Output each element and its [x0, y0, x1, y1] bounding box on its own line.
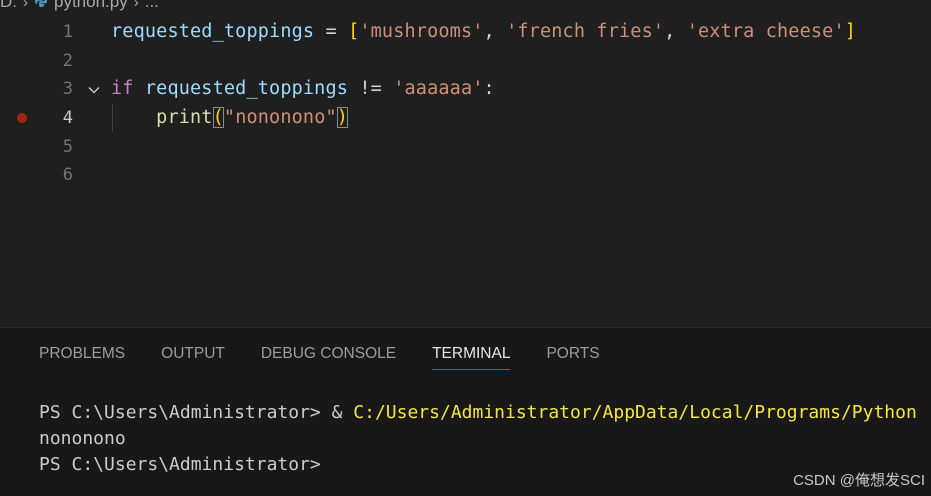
- code-editor[interactable]: 1 requested_toppings = ['mushrooms', 'fr…: [0, 18, 931, 328]
- line-number: 4: [62, 108, 73, 128]
- terminal-line: nononono: [39, 428, 126, 449]
- python-file-icon: [34, 0, 48, 11]
- tab-debug-console[interactable]: DEBUG CONSOLE: [261, 345, 396, 370]
- tab-terminal[interactable]: TERMINAL: [432, 345, 511, 370]
- fold-chevron-down-icon[interactable]: [87, 82, 101, 96]
- tab-problems[interactable]: PROBLEMS: [39, 345, 125, 370]
- code-line[interactable]: 3 if requested_toppings != 'aaaaaa':: [0, 75, 931, 103]
- terminal-line: PS C:\Users\Administrator> & C:/Users/Ad…: [39, 402, 917, 423]
- code-line[interactable]: 1 requested_toppings = ['mushrooms', 'fr…: [0, 18, 931, 46]
- code-text: print("nononono"): [156, 107, 349, 128]
- tab-ports[interactable]: PORTS: [546, 345, 599, 370]
- breadcrumb-file[interactable]: python.py: [54, 0, 128, 12]
- watermark: CSDN @俺想发SCI: [793, 472, 925, 489]
- breadcrumb-drive[interactable]: D:: [0, 0, 17, 12]
- code-line[interactable]: 2: [0, 47, 931, 75]
- line-number: 3: [62, 79, 73, 99]
- chevron-right-icon: ›: [23, 0, 28, 11]
- code-text: if requested_toppings != 'aaaaaa':: [111, 78, 495, 99]
- line-number: 2: [62, 50, 73, 71]
- line-number: 1: [62, 22, 73, 42]
- code-text: requested_toppings = ['mushrooms', 'fren…: [111, 21, 857, 42]
- code-line[interactable]: 4 print("nononono"): [0, 104, 931, 132]
- code-line[interactable]: 6: [0, 161, 931, 189]
- breadcrumb-more[interactable]: ...: [145, 0, 159, 12]
- chevron-right-icon: ›: [133, 0, 139, 11]
- bottom-panel: PROBLEMS OUTPUT DEBUG CONSOLE TERMINAL P…: [0, 328, 931, 496]
- line-number: 5: [62, 136, 73, 157]
- panel-tabs: PROBLEMS OUTPUT DEBUG CONSOLE TERMINAL P…: [39, 345, 636, 370]
- code-line[interactable]: 5: [0, 133, 931, 161]
- tab-output[interactable]: OUTPUT: [161, 345, 225, 370]
- line-number: 6: [62, 165, 73, 185]
- breadcrumb: D: › python.py › ...: [0, 0, 159, 13]
- breakpoint-icon[interactable]: [17, 113, 27, 123]
- terminal[interactable]: PS C:\Users\Administrator> & C:/Users/Ad…: [39, 400, 931, 478]
